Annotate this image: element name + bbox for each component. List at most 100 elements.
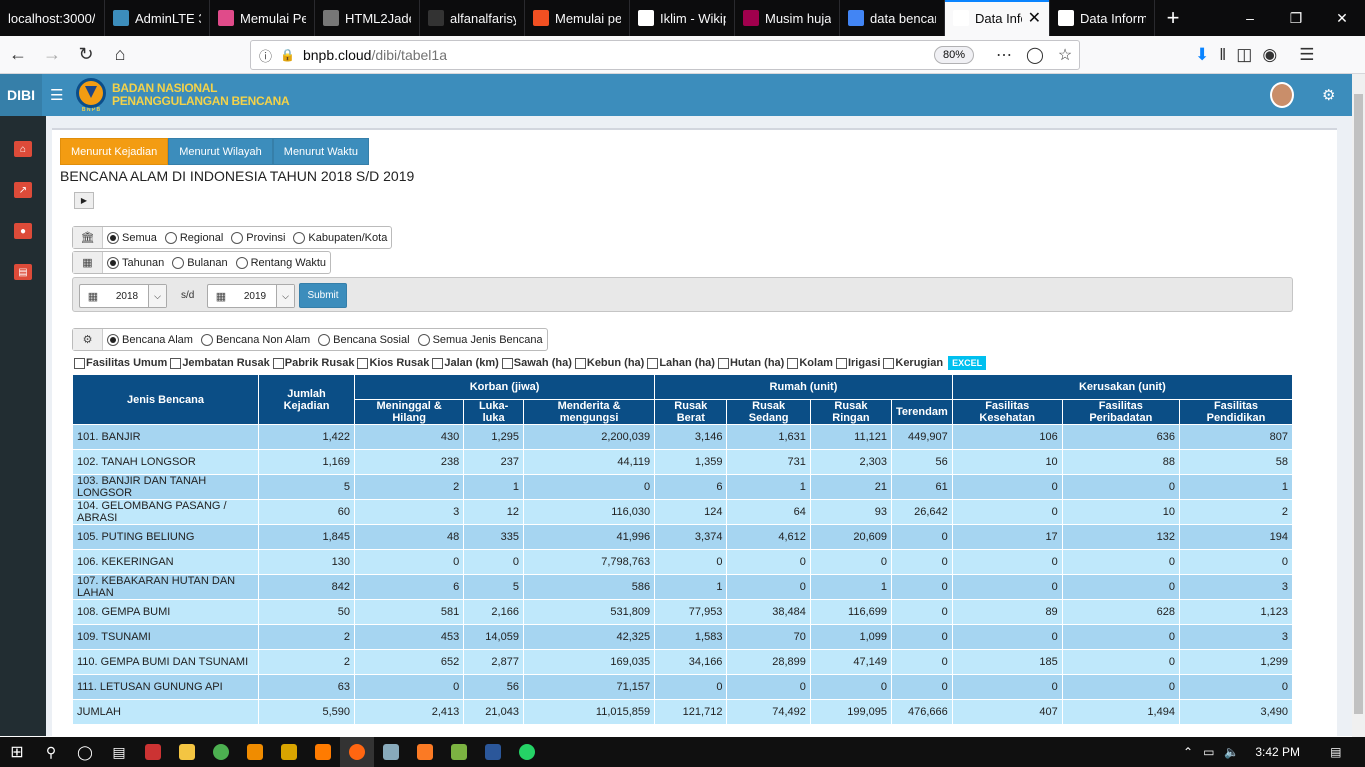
browser-tab[interactable]: HTML2Jade [315,0,420,36]
chrome-icon[interactable] [204,737,238,767]
library-icon[interactable]: ‖ [1219,45,1226,65]
table-cell: 109. TSUNAMI [72,624,259,650]
battery-icon[interactable]: ▭ [1203,745,1214,759]
submit-button[interactable]: Submit [299,283,347,308]
checkbox-jembatan-rusak[interactable]: Jembatan Rusak [170,357,270,369]
radio-bencana-alam[interactable]: Bencana Alam [103,333,197,346]
account-icon[interactable]: ◉ [1262,45,1277,65]
cortana-icon[interactable]: ◯ [68,737,102,767]
radio-bencana-sosial[interactable]: Bencana Sosial [314,333,413,346]
browser-tab[interactable]: alfanalfarisy [420,0,525,36]
sidebar-toggle-icon[interactable]: ◫ [1236,45,1252,65]
forward-arrow-icon[interactable]: → [36,39,68,71]
checkbox-kebun-ha[interactable]: Kebun (ha) [574,357,644,369]
table-cell: 0 [1061,624,1180,650]
document-icon[interactable]: ▤ [14,264,32,280]
users-icon[interactable]: ● [14,223,32,239]
collapse-toggle-button[interactable]: ▶ [74,192,94,209]
sublime-text-icon[interactable] [306,737,340,767]
whatsapp-icon[interactable] [510,737,544,767]
browser-tab[interactable]: data bencan [840,0,945,36]
back-arrow-icon[interactable]: ← [2,39,34,71]
browser-tab[interactable]: Data Informasi B [1050,0,1155,36]
hamburger-menu-icon[interactable]: ☰ [50,86,68,104]
search-icon[interactable]: ⚲ [34,737,68,767]
radio-provinsi[interactable]: Provinsi [227,231,289,244]
task-view-icon[interactable]: ▤ [102,737,136,767]
brand-logo[interactable]: DIBI [0,74,42,116]
checkbox-jalan-km[interactable]: Jalan (km) [432,357,499,369]
browser-tab[interactable]: Data Informa ✕ [945,0,1050,36]
checkbox-fasilitas-umum[interactable]: Fasilitas Umum [74,357,167,369]
pocket-icon[interactable]: ◯ [1026,45,1044,65]
browser-tab[interactable]: Memulai Pe [210,0,315,36]
url-bar[interactable]: ⓘ 🔒 bnpb.cloud/dibi/tabel1a 80% ⋯ ◯ ☆ [250,40,1080,70]
browser-tab[interactable]: localhost:3000/ [0,0,105,36]
checkbox-hutan-ha[interactable]: Hutan (ha) [717,357,784,369]
vertical-scrollbar[interactable] [1352,74,1365,737]
subheader-cell: Rusak Sedang [726,399,811,425]
table-row: 104. GELOMBANG PASANG / ABRASI 60 3 12 116,0… [72,499,1294,525]
firefox-icon[interactable] [340,737,374,767]
chevron-down-icon[interactable]: ⌵ [276,285,294,307]
radio-tahunan[interactable]: Tahunan [103,256,168,269]
date-from-select[interactable]: ▦ 2018 ⌵ [79,284,167,308]
checkbox-sawah-ha[interactable]: Sawah (ha) [501,357,572,369]
chevron-down-icon[interactable]: ⌵ [148,285,166,307]
radio-semua-jenis-bencana[interactable]: Semua Jenis Bencana [414,333,547,346]
menu-icon[interactable]: ☰ [1299,45,1314,65]
tab-menurut-wilayah[interactable]: Menurut Wilayah [168,138,273,165]
radio-bulanan[interactable]: Bulanan [168,256,231,269]
home-icon[interactable]: ⌂ [14,141,32,157]
settings-gears-icon[interactable]: ⚙ [1322,86,1335,104]
checkbox-lahan-ha[interactable]: Lahan (ha) [647,357,715,369]
xampp-icon[interactable] [408,737,442,767]
browser-tab[interactable]: Iklim - Wikip [630,0,735,36]
restore-icon[interactable]: ❐ [1273,0,1319,36]
info-icon[interactable]: ⓘ [259,46,272,65]
browser-tab[interactable]: Musim huja [735,0,840,36]
reload-icon[interactable]: ↻ [70,39,102,71]
user-avatar[interactable] [1270,82,1294,108]
close-tab-icon[interactable]: ✕ [1028,8,1041,28]
vlc-icon[interactable] [238,737,272,767]
image-viewer-icon[interactable] [374,737,408,767]
checkbox-kolam[interactable]: Kolam [787,357,833,369]
table-cell: 0 [463,549,524,575]
minimize-icon[interactable]: – [1227,0,1273,36]
close-window-icon[interactable]: ✕ [1319,0,1365,36]
checkbox-pabrik-rusak[interactable]: Pabrik Rusak [272,357,354,369]
home-icon[interactable]: ⌂ [104,39,136,71]
date-to-select[interactable]: ▦ 2019 ⌵ [207,284,295,308]
excel-export-button[interactable]: EXCEL [948,356,987,370]
clock[interactable]: 3:42 PM [1255,745,1300,759]
radio-rentang-waktu[interactable]: Rentang Waktu [232,256,330,269]
browser-tab[interactable]: AdminLTE 3 [105,0,210,36]
more-actions-icon[interactable]: ⋯ [996,45,1012,65]
app-icon[interactable] [272,737,306,767]
checkbox-kerugian[interactable]: Kerugian [883,357,943,369]
radio-regional[interactable]: Regional [161,231,227,244]
chevron-up-icon[interactable]: ⌃ [1183,745,1193,759]
new-tab-icon[interactable]: + [1155,0,1191,36]
radio-bencana-non-alam[interactable]: Bencana Non Alam [197,333,314,346]
word-icon[interactable] [476,737,510,767]
tab-menurut-waktu[interactable]: Menurut Waktu [272,138,369,165]
git-icon[interactable] [442,737,476,767]
file-explorer-icon[interactable] [170,737,204,767]
radio-kabupaten-kota[interactable]: Kabupaten/Kota [289,231,391,244]
download-icon[interactable]: ⬇ [1195,45,1209,65]
chart-icon[interactable]: ↗ [14,182,32,198]
snipping-tool-icon[interactable] [136,737,170,767]
tab-menurut-kejadian[interactable]: Menurut Kejadian [60,138,169,165]
bookmark-star-icon[interactable]: ☆ [1058,45,1072,65]
volume-icon[interactable]: 🔈 [1224,745,1239,759]
radio-semua[interactable]: Semua [103,231,161,244]
checkbox-kios-rusak[interactable]: Kios Rusak [357,357,429,369]
table-cell: 3 [1178,624,1294,650]
checkbox-irigasi[interactable]: Irigasi [835,357,880,369]
zoom-level[interactable]: 80% [934,46,975,64]
windows-start-icon[interactable]: ⊞ [0,737,34,767]
notification-icon[interactable]: ▤ [1330,745,1341,759]
browser-tab[interactable]: Memulai pe [525,0,630,36]
